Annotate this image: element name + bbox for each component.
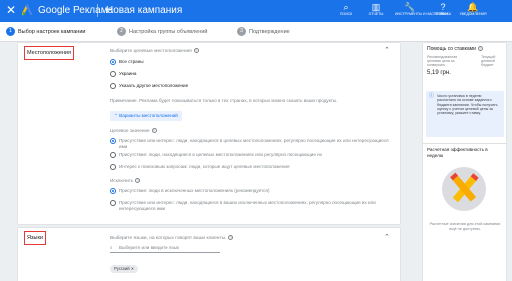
performance-title: Расчетная эффективность в неделю	[427, 147, 488, 158]
bell-icon: 🔔	[467, 2, 479, 12]
help-icon: ?	[228, 235, 234, 240]
tools-settings-button[interactable]: 🔧 ИНСТРУМЕНТЫ И НАСТРОЙКИ	[395, 2, 448, 21]
topbar-divider	[97, 4, 98, 17]
languages-section-label: Языки	[24, 231, 46, 245]
info-icon: ⓘ	[429, 93, 435, 99]
performance-note: Расчетные значения для этой кампании ещё…	[429, 222, 501, 231]
top-app-bar: ✕ Google Реклама Новая кампания ⌕ ПОИСК …	[0, 0, 512, 22]
close-icon[interactable]: ✕	[4, 3, 18, 17]
radio-exclude-presence[interactable]	[110, 188, 116, 194]
page-title: Новая кампания	[106, 5, 183, 16]
notifications-button[interactable]: 🔔 УВЕДОМЛЕНИЯ	[458, 2, 488, 21]
locations-section-label: Местоположения	[24, 46, 74, 60]
radio-presence-or-interest[interactable]	[110, 138, 116, 144]
location-options-button[interactable]: ⌃ Варианты местоположений	[110, 111, 182, 121]
language-chip-russian[interactable]: Русский ✕	[110, 265, 139, 273]
radio-exclude-presence-or-interest[interactable]	[110, 200, 116, 206]
help-icon: ?	[151, 128, 157, 134]
collapse-chevron-icon[interactable]: ⌃	[384, 233, 390, 241]
languages-card: Языки Выберите языки, на которых говорят…	[18, 228, 400, 281]
help-icon: ?	[193, 48, 199, 53]
google-ads-logo	[22, 4, 33, 16]
bid-help-title: Помощь со ставками?	[427, 45, 483, 52]
illustration-circle	[442, 167, 486, 211]
locations-prompt: Выберите целевые местоположения?	[110, 48, 199, 54]
bid-value: 5,19 грн.	[427, 70, 451, 76]
pencil-cross-illustration	[450, 172, 479, 202]
brand-name: Google Реклама	[38, 5, 114, 16]
target-heading: Целевое значение?	[110, 128, 157, 134]
radio-custom-location[interactable]	[110, 83, 116, 89]
step-3[interactable]: 3 Подтверждение	[237, 27, 290, 38]
languages-prompt: Выберите языки, на которых говорят ваши …	[110, 235, 234, 241]
radio-search-interest[interactable]	[110, 164, 116, 170]
help-icon: ?	[440, 2, 446, 12]
search-icon: ⌕	[110, 245, 113, 250]
exclude-heading: Исключить?	[110, 178, 141, 184]
radio-ukraine[interactable]	[110, 71, 116, 77]
radio-presence[interactable]	[110, 152, 116, 158]
step-1[interactable]: 1 Выбор настроек кампании	[6, 27, 85, 38]
help-button[interactable]: ? СПРАВКА	[428, 2, 458, 21]
radio-all-countries[interactable]	[110, 59, 116, 65]
search-button[interactable]: ⌕ ПОИСК	[331, 2, 361, 21]
locations-card: Местоположения Выберите целевые местопол…	[18, 43, 400, 224]
campaign-stepper: 1 Выбор настроек кампании 2 Настройка груп…	[0, 22, 512, 42]
help-icon: ?	[477, 46, 483, 51]
step-2[interactable]: 2 Настройка группы объявлений	[117, 27, 207, 38]
search-icon: ⌕	[343, 2, 349, 12]
collapse-chevron-icon[interactable]: ⌃	[384, 46, 390, 54]
language-search-input[interactable]: ⌕ Выберите или введите язык	[110, 244, 220, 253]
bar-chart-icon: ▥	[371, 2, 381, 12]
bid-help-panel: Помощь со ставками? Рекомендованная целе…	[423, 43, 506, 281]
help-icon: ?	[135, 178, 141, 184]
locations-note: Примечание. Реклама будет показываться т…	[110, 98, 338, 103]
reports-button[interactable]: ▥ ОТЧЕТЫ	[361, 2, 391, 21]
wrench-icon: 🔧	[404, 2, 416, 12]
info-box: ⓘ Число установок в неделю рассчитано на…	[426, 91, 504, 137]
divider	[423, 143, 506, 144]
